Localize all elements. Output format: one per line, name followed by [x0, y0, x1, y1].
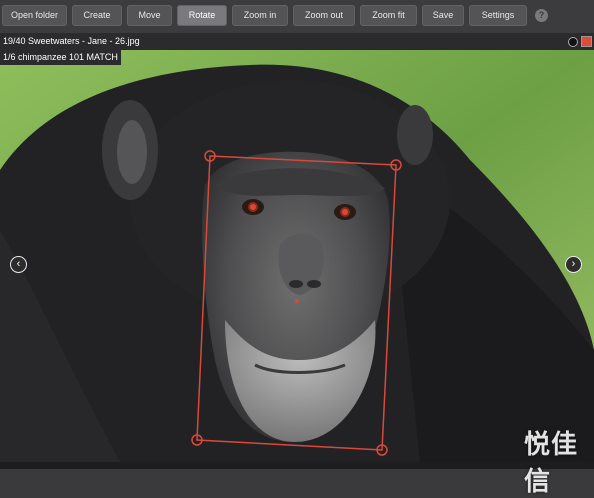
toolbar: Open folder Create Move Rotate Zoom in Z…	[0, 0, 594, 33]
image-filename: 19/40 Sweetwaters - Jane - 26.jpg	[3, 36, 140, 46]
zoom-in-button[interactable]: Zoom in	[232, 5, 288, 26]
open-folder-button[interactable]: Open folder	[2, 5, 67, 26]
image-title-bar: 19/40 Sweetwaters - Jane - 26.jpg	[0, 33, 594, 50]
zoom-out-button[interactable]: Zoom out	[293, 5, 355, 26]
save-button[interactable]: Save	[422, 5, 464, 26]
watermark-text: 悦佳信	[524, 430, 579, 497]
info-icon[interactable]	[568, 37, 578, 47]
settings-button[interactable]: Settings	[469, 5, 527, 26]
match-label: 1/6 chimpanzee 101 MATCH	[0, 50, 121, 65]
zoom-fit-button[interactable]: Zoom fit	[360, 5, 417, 26]
image-viewer[interactable]: ‹ ›	[0, 50, 594, 462]
status-strip	[0, 462, 594, 469]
chevron-right-icon[interactable]: ›	[565, 256, 582, 273]
create-button[interactable]: Create	[72, 5, 122, 26]
chimpanzee-photo	[0, 50, 594, 462]
annotation-color-swatch[interactable]	[581, 36, 592, 47]
rotate-button[interactable]: Rotate	[177, 5, 227, 26]
move-button[interactable]: Move	[127, 5, 172, 26]
chevron-left-icon[interactable]: ‹	[10, 256, 27, 273]
help-icon[interactable]: ?	[535, 9, 548, 22]
